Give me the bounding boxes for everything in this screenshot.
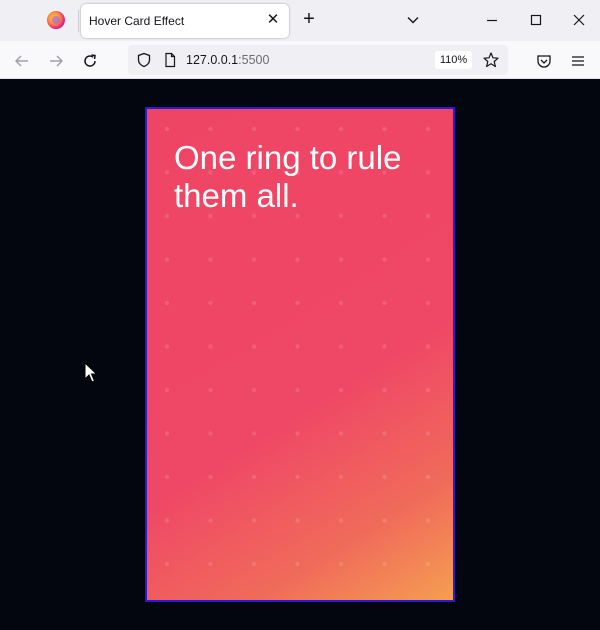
pattern-dot bbox=[425, 257, 431, 262]
pattern-dot bbox=[425, 474, 431, 480]
pattern-dot bbox=[382, 257, 387, 262]
pattern-dot bbox=[251, 474, 257, 480]
pattern-dot bbox=[295, 126, 300, 132]
pattern-dot bbox=[295, 257, 300, 262]
card-heading: One ring to rule them all. bbox=[174, 139, 402, 214]
pattern-dot bbox=[208, 561, 213, 567]
pattern-dot bbox=[164, 561, 170, 567]
pattern-dot bbox=[338, 561, 344, 567]
pattern-dot bbox=[295, 561, 300, 567]
pattern-dot bbox=[251, 387, 257, 393]
pattern-dot bbox=[164, 170, 170, 175]
url-host: 127.0.0.1 bbox=[186, 53, 239, 67]
page-icon[interactable] bbox=[162, 52, 178, 68]
star-icon[interactable] bbox=[482, 51, 500, 69]
firefox-logo-icon[interactable] bbox=[47, 11, 65, 29]
pattern-dot bbox=[382, 474, 387, 480]
tab-title: Hover Card Effect bbox=[89, 14, 185, 28]
pattern-dot bbox=[338, 387, 344, 393]
pattern-dot bbox=[382, 431, 387, 436]
pattern-dot bbox=[425, 300, 431, 306]
pattern-dot bbox=[251, 518, 257, 523]
pattern-dot bbox=[295, 518, 300, 523]
pattern-dot bbox=[382, 387, 387, 393]
minimize-icon[interactable] bbox=[484, 12, 500, 28]
pattern-dot bbox=[425, 518, 431, 523]
pattern-dot bbox=[382, 561, 387, 567]
pattern-dot bbox=[382, 126, 387, 132]
pattern-dot bbox=[382, 344, 387, 349]
chevron-down-icon[interactable] bbox=[405, 12, 421, 28]
pattern-dot bbox=[338, 431, 344, 436]
tab-hover-card-effect[interactable]: Hover Card Effect ✕ bbox=[81, 4, 289, 38]
pattern-dot bbox=[164, 387, 170, 393]
pattern-dot bbox=[338, 126, 344, 132]
pattern-dot bbox=[425, 126, 431, 132]
pattern-dot bbox=[338, 300, 344, 306]
pattern-dot bbox=[208, 257, 213, 262]
url-text[interactable]: 127.0.0.1:5500 bbox=[186, 53, 269, 67]
pattern-dot bbox=[295, 344, 300, 349]
pattern-dot bbox=[208, 518, 213, 523]
forward-arrow-icon[interactable] bbox=[47, 52, 65, 70]
pattern-dot bbox=[338, 474, 344, 480]
pattern-dot bbox=[164, 474, 170, 480]
pocket-icon[interactable] bbox=[535, 52, 553, 70]
pattern-dot bbox=[251, 300, 257, 306]
page-viewport: One ring to rule them all. bbox=[0, 79, 600, 630]
pattern-dot bbox=[251, 257, 257, 262]
pattern-dot bbox=[425, 170, 431, 175]
pattern-dot bbox=[425, 344, 431, 349]
pattern-dot bbox=[208, 431, 213, 436]
shield-icon[interactable] bbox=[136, 52, 152, 68]
new-tab-button[interactable]: + bbox=[299, 9, 319, 30]
pattern-dot bbox=[382, 300, 387, 306]
pattern-dot bbox=[208, 344, 213, 349]
hamburger-menu-icon[interactable] bbox=[569, 52, 587, 70]
maximize-icon[interactable] bbox=[528, 12, 544, 28]
pattern-dot bbox=[208, 300, 213, 306]
tab-close-icon[interactable]: ✕ bbox=[265, 12, 281, 28]
pattern-dot bbox=[251, 344, 257, 349]
back-arrow-icon[interactable] bbox=[13, 52, 31, 70]
pattern-dot bbox=[382, 518, 387, 523]
close-icon[interactable] bbox=[571, 12, 587, 28]
pattern-dot bbox=[425, 387, 431, 393]
pattern-dot bbox=[164, 431, 170, 436]
pattern-dot bbox=[164, 344, 170, 349]
pattern-dot bbox=[251, 126, 257, 132]
pattern-dot bbox=[251, 561, 257, 567]
tab-strip: Hover Card Effect ✕ + bbox=[0, 0, 600, 41]
pattern-dot bbox=[164, 518, 170, 523]
pattern-dot bbox=[295, 431, 300, 436]
pattern-dot bbox=[338, 344, 344, 349]
navigation-bar: 127.0.0.1:5500 110% bbox=[0, 41, 600, 79]
zoom-level-button[interactable]: 110% bbox=[435, 51, 472, 69]
url-bar[interactable]: 127.0.0.1:5500 110% bbox=[128, 45, 508, 75]
pattern-dot bbox=[164, 126, 170, 132]
pattern-dot bbox=[295, 474, 300, 480]
mouse-cursor-icon bbox=[84, 362, 98, 383]
pattern-dot bbox=[164, 257, 170, 262]
pattern-dot bbox=[295, 300, 300, 306]
pattern-dot bbox=[338, 257, 344, 262]
pattern-dot bbox=[295, 387, 300, 393]
pattern-dot bbox=[164, 213, 170, 219]
pattern-dot bbox=[425, 561, 431, 567]
reload-icon[interactable] bbox=[81, 52, 99, 70]
pattern-dot bbox=[338, 518, 344, 523]
pattern-dot bbox=[164, 300, 170, 306]
pattern-dot bbox=[208, 474, 213, 480]
pattern-dot bbox=[425, 431, 431, 436]
pattern-dot bbox=[251, 431, 257, 436]
tab-separator bbox=[78, 10, 79, 32]
pattern-dot bbox=[208, 387, 213, 393]
hover-card[interactable]: One ring to rule them all. bbox=[145, 107, 455, 602]
pattern-dot bbox=[208, 126, 213, 132]
pattern-dot bbox=[425, 213, 431, 219]
url-port: :5500 bbox=[238, 53, 270, 67]
